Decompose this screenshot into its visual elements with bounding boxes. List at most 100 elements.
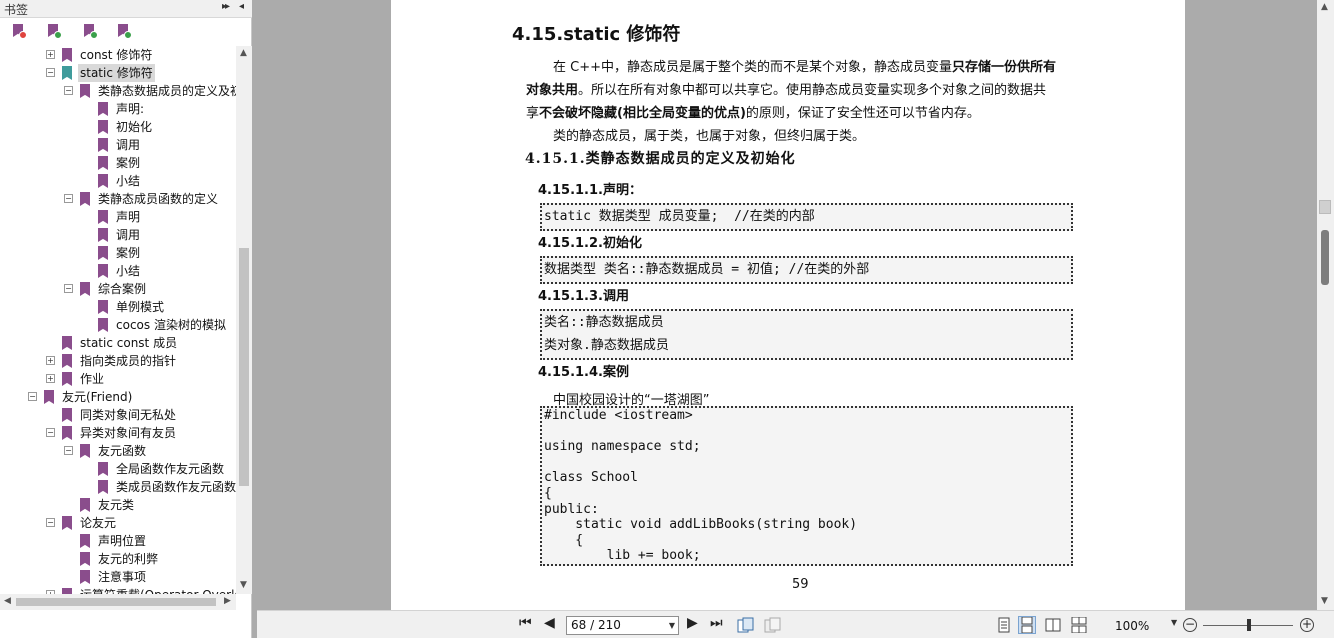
bookmark-icon xyxy=(80,192,90,206)
bookmark-add-icon[interactable] xyxy=(46,24,62,40)
bookmark-item[interactable]: − 类静态数据成员的定义及初始 xyxy=(0,82,236,100)
zoom-in-icon[interactable]: + xyxy=(1300,618,1314,632)
bookmark-item[interactable]: cocos 渲染树的模拟 xyxy=(0,316,236,334)
document-vertical-scrollbar[interactable]: ▲ ▼ xyxy=(1317,0,1334,610)
bookmark-hscroll-thumb[interactable] xyxy=(16,598,216,606)
bookmark-item[interactable]: − 异类对象间有友员 xyxy=(0,424,236,442)
bookmark-item[interactable]: 注意事项 xyxy=(0,568,236,586)
collapse-icon[interactable]: − xyxy=(64,86,73,95)
zoom-out-icon[interactable]: − xyxy=(1183,618,1197,632)
subsubsection-heading: 4.15.1.3.调用 xyxy=(538,289,629,304)
bookmark-vertical-scrollbar[interactable]: ▲ ▼ xyxy=(236,46,252,594)
bookmark-item[interactable]: 全局函数作友元函数 xyxy=(0,460,236,478)
bookmark-item[interactable]: 单例模式 xyxy=(0,298,236,316)
document-scroll-indicator[interactable] xyxy=(1321,230,1329,285)
bookmark-item[interactable]: + 指向类成员的指针 xyxy=(0,352,236,370)
next-page-icon[interactable]: ▶ xyxy=(687,615,698,631)
bookmark-item[interactable]: +运算符重载(Operator Overload) xyxy=(0,586,236,594)
expand-icon[interactable]: + xyxy=(46,356,55,365)
bookmark-label: cocos 渲染树的模拟 xyxy=(116,318,226,332)
bookmark-label: 声明位置 xyxy=(98,534,147,548)
bookmark-item[interactable]: 声明: xyxy=(0,100,236,118)
bookmark-item[interactable]: 初始化 xyxy=(0,118,236,136)
bookmark-scroll-thumb[interactable] xyxy=(239,248,249,486)
bookmark-item[interactable]: + const 修饰符 xyxy=(0,46,236,64)
bookmark-label: 综合案例 xyxy=(98,282,147,296)
bookmark-item[interactable]: + 作业 xyxy=(0,370,236,388)
bookmark-icon xyxy=(98,264,108,278)
bookmark-delete-icon[interactable] xyxy=(11,24,27,40)
zoom-slider-thumb[interactable] xyxy=(1247,619,1251,631)
continuous-facing-icon[interactable] xyxy=(1071,616,1087,634)
bookmark-label: 单例模式 xyxy=(116,300,165,314)
bookmark-goto-icon[interactable] xyxy=(82,24,98,40)
scroll-up-icon[interactable]: ▲ xyxy=(1321,2,1328,12)
collapse-panel-icon[interactable]: ▸▸ xyxy=(222,1,230,12)
document-scroll-thumb[interactable] xyxy=(1319,200,1331,214)
scroll-down-icon[interactable]: ▼ xyxy=(240,580,247,590)
bookmark-item[interactable]: 类成员函数作友元函数 xyxy=(0,478,236,496)
bookmark-label: 注意事项 xyxy=(98,570,147,584)
collapse-icon[interactable]: − xyxy=(64,446,73,455)
expand-icon[interactable]: + xyxy=(46,50,55,59)
bookmark-item[interactable]: − 综合案例 xyxy=(0,280,236,298)
expand-icon[interactable]: + xyxy=(46,374,55,383)
bookmark-item[interactable]: 友元类 xyxy=(0,496,236,514)
paragraph-line: 类的静态成员，属于类，也属于对象，但终归属于类。 xyxy=(553,129,866,144)
bookmark-icon xyxy=(62,372,72,386)
bookmark-icon xyxy=(62,66,72,80)
collapse-icon[interactable]: − xyxy=(46,68,55,77)
bookmark-item[interactable]: 小结 xyxy=(0,172,236,190)
facing-page-icon[interactable] xyxy=(1045,617,1061,633)
page-number-input[interactable]: 68 / 210 ▼ xyxy=(566,616,679,635)
collapse-icon[interactable]: − xyxy=(64,284,73,293)
bookmark-icon xyxy=(98,120,108,134)
bookmark-item[interactable]: 友元的利弊 xyxy=(0,550,236,568)
bookmark-item[interactable]: 案例 xyxy=(0,154,236,172)
bookmark-item[interactable]: 声明位置 xyxy=(0,532,236,550)
last-page-icon[interactable]: ⏭ xyxy=(710,615,723,631)
bookmark-item[interactable]: − 论友元 xyxy=(0,514,236,532)
bookmark-item[interactable]: 调用 xyxy=(0,136,236,154)
bookmark-item[interactable]: 小结 xyxy=(0,262,236,280)
prev-page-icon[interactable]: ◀ xyxy=(544,615,555,631)
bookmark-expand-icon[interactable] xyxy=(116,24,132,40)
collapse-icon[interactable]: − xyxy=(46,518,55,527)
zoom-level[interactable]: 100% xyxy=(1115,619,1149,633)
scroll-up-icon[interactable]: ▲ xyxy=(240,48,247,58)
document-viewport[interactable]: 4.15.static 修饰符 在 C++中，静态成员是属于整个类的而不是某个对… xyxy=(257,0,1317,610)
page-dropdown-icon[interactable]: ▼ xyxy=(669,617,675,634)
next-view-icon[interactable] xyxy=(763,617,781,633)
bookmark-item[interactable]: − 类静态成员函数的定义 xyxy=(0,190,236,208)
single-page-icon[interactable] xyxy=(996,617,1012,633)
bookmark-item[interactable]: − 友元(Friend) xyxy=(0,388,236,406)
bookmark-label: 友元函数 xyxy=(98,444,147,458)
prev-view-icon[interactable] xyxy=(736,617,754,633)
continuous-page-icon[interactable] xyxy=(1018,616,1036,634)
bookmark-item[interactable]: 案例 xyxy=(0,244,236,262)
bookmark-item[interactable]: 同类对象间无私处 xyxy=(0,406,236,424)
code-line: static void addLibBooks(string book) xyxy=(544,517,858,533)
scroll-right-icon[interactable]: ▶ xyxy=(224,596,231,606)
bookmark-icon xyxy=(62,336,72,350)
bookmark-panel: 书签 ▸▸ ◂ + const 修饰符 − static 修饰符 − 类静态数据成员的定义… xyxy=(0,0,252,638)
collapse-icon[interactable]: − xyxy=(46,428,55,437)
subsection-heading: 4.15.1.类静态数据成员的定义及初始化 xyxy=(525,151,796,167)
zoom-dropdown-icon[interactable]: ▼ xyxy=(1171,618,1177,627)
collapse-icon[interactable]: − xyxy=(28,392,37,401)
bookmark-label: 类成员函数作友元函数 xyxy=(116,480,236,494)
bookmark-label: 同类对象间无私处 xyxy=(80,408,177,422)
scroll-down-icon[interactable]: ▼ xyxy=(1321,596,1328,606)
bookmark-icon xyxy=(98,300,108,314)
bookmark-item[interactable]: 声明 xyxy=(0,208,236,226)
bookmark-item[interactable]: static const 成员 xyxy=(0,334,236,352)
collapse-icon[interactable]: − xyxy=(64,194,73,203)
bookmark-item[interactable]: − static 修饰符 xyxy=(0,64,236,82)
bookmark-item[interactable]: − 友元函数 xyxy=(0,442,236,460)
close-panel-icon[interactable]: ◂ xyxy=(239,1,244,12)
scroll-left-icon[interactable]: ◀ xyxy=(4,596,11,606)
first-page-icon[interactable]: ⏮ xyxy=(519,615,532,631)
bookmark-horizontal-scrollbar[interactable]: ◀ ▶ xyxy=(0,594,236,610)
bookmark-item[interactable]: 调用 xyxy=(0,226,236,244)
